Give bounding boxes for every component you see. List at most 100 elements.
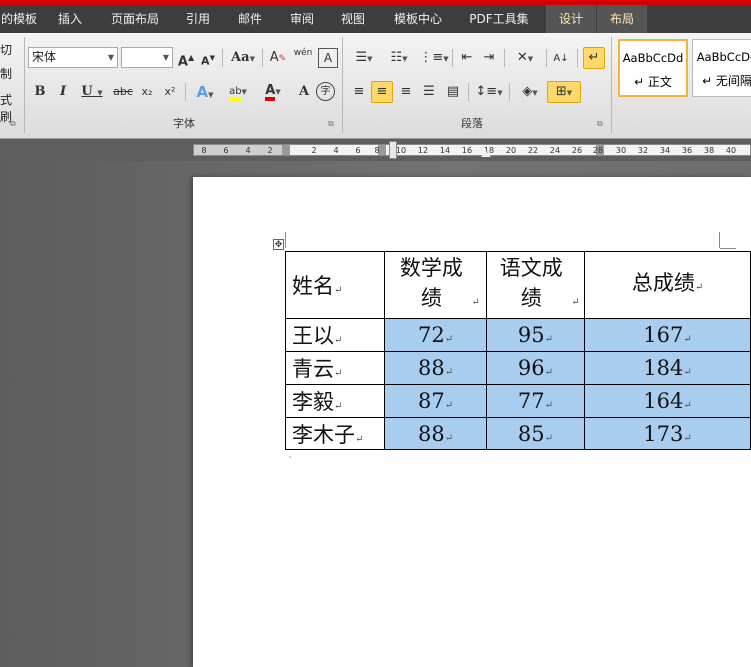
- tab-table-design[interactable]: 设计: [546, 5, 596, 33]
- cell-chinese[interactable]: 85↵: [485, 417, 586, 450]
- score-table[interactable]: 姓名↵ 数学成绩 ↵ 语文成绩 ↵ 总成绩↵ 王以↵ 72↵ 95↵ 167↵ 青云…: [284, 251, 751, 450]
- justify-button[interactable]: ☰: [419, 82, 439, 102]
- cell-chinese[interactable]: 77↵: [485, 384, 586, 418]
- paragraph-mark-icon: ↵: [334, 401, 343, 412]
- cell-total[interactable]: 167↵: [584, 318, 751, 352]
- table-move-handle-icon[interactable]: ✥: [273, 239, 284, 250]
- cell-name[interactable]: 李木子↵: [284, 417, 386, 450]
- cell-chinese[interactable]: 96↵: [485, 351, 586, 385]
- table-row: 青云↵ 88↵ 96↵ 184↵: [284, 351, 751, 385]
- cell-name[interactable]: 王以↵: [284, 318, 386, 352]
- ruler-number: 12: [417, 146, 429, 155]
- tab-template-center[interactable]: 模板中心: [385, 5, 451, 33]
- cell-total[interactable]: 164↵: [584, 384, 751, 418]
- paragraph-mark-icon: ↵: [544, 334, 553, 345]
- style-sample: AaBbCcDd: [696, 50, 751, 64]
- math-score: 88: [418, 421, 445, 446]
- cell-name[interactable]: 青云↵: [284, 351, 386, 385]
- font-name-value: 宋体: [32, 50, 57, 64]
- ruler-margin-marker[interactable]: [282, 145, 290, 155]
- font-group-label: 字体: [173, 117, 195, 130]
- bold-button[interactable]: B: [30, 82, 50, 102]
- italic-button[interactable]: I: [53, 82, 73, 102]
- italic-icon: I: [59, 84, 67, 99]
- cell-math[interactable]: 88↵: [384, 417, 487, 450]
- ruler-number: 22: [527, 146, 539, 155]
- tab-pdf-tools[interactable]: PDF工具集: [462, 5, 536, 33]
- increase-indent-button[interactable]: ⇥: [479, 48, 499, 68]
- char-shading-button[interactable]: A: [294, 82, 314, 102]
- tab-mailings[interactable]: 邮件: [228, 5, 272, 33]
- shading-button[interactable]: ◈▼: [515, 82, 545, 102]
- underline-button[interactable]: U ▼: [77, 82, 107, 102]
- tab-view[interactable]: 视图: [331, 5, 375, 33]
- cell-math[interactable]: 72↵: [384, 318, 487, 352]
- tab-page-layout[interactable]: 页面布局: [102, 5, 168, 33]
- chinese-layout-button[interactable]: ✕▼: [510, 48, 540, 68]
- bullets-button[interactable]: ☰▼: [349, 48, 379, 68]
- font-dialog-launcher-icon[interactable]: ⧉: [328, 119, 334, 129]
- cell-total[interactable]: 173↵: [584, 417, 751, 450]
- clear-format-button[interactable]: A✎: [268, 48, 288, 68]
- strikethrough-button[interactable]: abc: [111, 82, 135, 102]
- char-border-button[interactable]: A: [318, 48, 338, 68]
- clipboard-launcher-icon[interactable]: ⧉: [10, 119, 16, 129]
- paragraph-mark-icon: ↵: [444, 367, 454, 378]
- math-score: 72: [418, 323, 445, 347]
- shrink-font-button[interactable]: A▼: [198, 48, 218, 68]
- tab-references[interactable]: 引用: [176, 5, 220, 33]
- multilevel-list-button[interactable]: ⋮≡▼: [419, 48, 449, 68]
- align-left-button[interactable]: ≡: [349, 82, 369, 102]
- style-normal[interactable]: AaBbCcDd ↵ 正文: [618, 39, 688, 97]
- copy-button[interactable]: 制: [0, 65, 18, 82]
- font-color-button[interactable]: A▼: [258, 81, 288, 101]
- decrease-indent-icon: ⇤: [461, 50, 473, 65]
- enclose-char-button[interactable]: 字: [316, 82, 335, 101]
- distributed-button[interactable]: ▤: [443, 82, 463, 102]
- numbering-button[interactable]: ☷▼: [384, 48, 414, 68]
- font-name-combo[interactable]: 宋体 ▼: [28, 47, 118, 68]
- paragraph-dialog-launcher-icon[interactable]: ⧉: [597, 119, 603, 129]
- group-divider: [24, 37, 25, 133]
- header-cell-chinese[interactable]: 语文成绩 ↵: [485, 251, 586, 319]
- math-score: 88: [418, 356, 445, 380]
- ruler-number: 38: [703, 146, 715, 155]
- tab-review[interactable]: 审阅: [280, 5, 324, 33]
- student-name: 王以: [292, 324, 334, 348]
- style-no-spacing[interactable]: AaBbCcDd ↵ 无间隔: [692, 39, 751, 97]
- header-cell-name[interactable]: 姓名↵: [284, 251, 386, 319]
- header-cell-math[interactable]: 数学成绩 ↵: [384, 251, 487, 319]
- cell-chinese[interactable]: 95↵: [485, 318, 586, 352]
- sort-button[interactable]: A↓: [551, 48, 571, 68]
- font-size-combo[interactable]: ▼: [121, 47, 173, 68]
- phonetic-guide-button[interactable]: wén: [293, 48, 313, 68]
- change-case-button[interactable]: Aa▼: [229, 48, 257, 68]
- paint-bucket-icon: ◈: [522, 84, 533, 99]
- cell-math[interactable]: 87↵: [384, 384, 487, 418]
- align-right-button[interactable]: ≡: [396, 82, 416, 102]
- tab-template[interactable]: 的模板: [0, 5, 38, 33]
- subscript-button[interactable]: x₂: [137, 82, 157, 102]
- decrease-indent-button[interactable]: ⇤: [457, 48, 477, 68]
- cell-name[interactable]: 李毅↵: [284, 384, 386, 418]
- tab-table-layout[interactable]: 布局: [597, 5, 647, 33]
- cell-math[interactable]: 88↵: [384, 351, 487, 385]
- text-effects-button[interactable]: A▼: [192, 82, 218, 102]
- tab-insert[interactable]: 插入: [48, 5, 92, 33]
- highlight-button[interactable]: ab▼: [222, 81, 254, 102]
- borders-button[interactable]: ⊞▼: [547, 81, 581, 103]
- align-center-button[interactable]: ≡: [371, 81, 393, 103]
- header-cell-total[interactable]: 总成绩↵: [584, 251, 751, 319]
- cell-total[interactable]: 184↵: [584, 351, 751, 385]
- horizontal-ruler[interactable]: 8 6 4 2 2 4 6 8 10 12 14 16 18 20 22 24 …: [193, 144, 751, 156]
- indent-marker[interactable]: [389, 141, 397, 159]
- line-spacing-button[interactable]: ↕≡▼: [474, 82, 504, 102]
- change-case-icon: Aa: [231, 50, 250, 65]
- total-score: 184: [643, 356, 684, 380]
- cut-button[interactable]: 切: [0, 41, 18, 58]
- right-indent-marker[interactable]: [481, 151, 491, 157]
- superscript-button[interactable]: x²: [160, 82, 180, 102]
- group-divider: [342, 37, 343, 133]
- show-marks-button[interactable]: ↵: [583, 47, 605, 69]
- grow-font-button[interactable]: A▲: [176, 48, 196, 69]
